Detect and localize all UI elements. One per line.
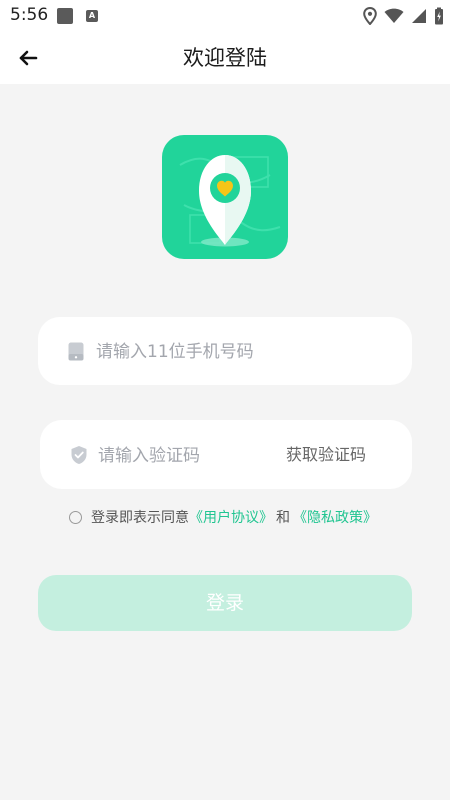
location-icon (363, 7, 377, 25)
verification-code-input[interactable] (96, 443, 270, 469)
battery-icon (435, 7, 443, 25)
page-title: 欢迎登陆 (183, 46, 267, 70)
notification-square-icon (57, 8, 73, 24)
wifi-icon (384, 8, 404, 23)
agreement-row: 登录即表示同意 《用户协议》 和 《隐私政策》 (69, 506, 377, 528)
status-time: 5:56 (10, 5, 49, 25)
user-agreement-link[interactable]: 《用户协议》 (189, 507, 273, 527)
signal-icon (412, 9, 426, 23)
phone-icon (68, 342, 84, 365)
app-logo (162, 135, 288, 259)
get-code-button[interactable]: 获取验证码 (286, 443, 366, 467)
agree-checkbox[interactable] (69, 510, 82, 524)
notification-a-icon: A (86, 10, 98, 22)
location-pin-heart-icon (179, 155, 281, 247)
phone-field-card (38, 317, 412, 385)
privacy-policy-link[interactable]: 《隐私政策》 (293, 507, 377, 527)
agreement-prefix: 登录即表示同意 (91, 510, 189, 526)
agreement-and: 和 (276, 510, 290, 526)
back-button[interactable] (16, 45, 42, 71)
code-field-card: 获取验证码 (40, 420, 412, 489)
status-icons (363, 6, 444, 26)
phone-input[interactable] (94, 339, 388, 365)
arrow-left-icon (19, 50, 38, 66)
header: 欢迎登陆 (0, 32, 450, 84)
shield-check-icon (70, 445, 88, 469)
login-button[interactable]: 登录 (38, 575, 412, 631)
status-bar: 5:56 A (0, 0, 450, 32)
